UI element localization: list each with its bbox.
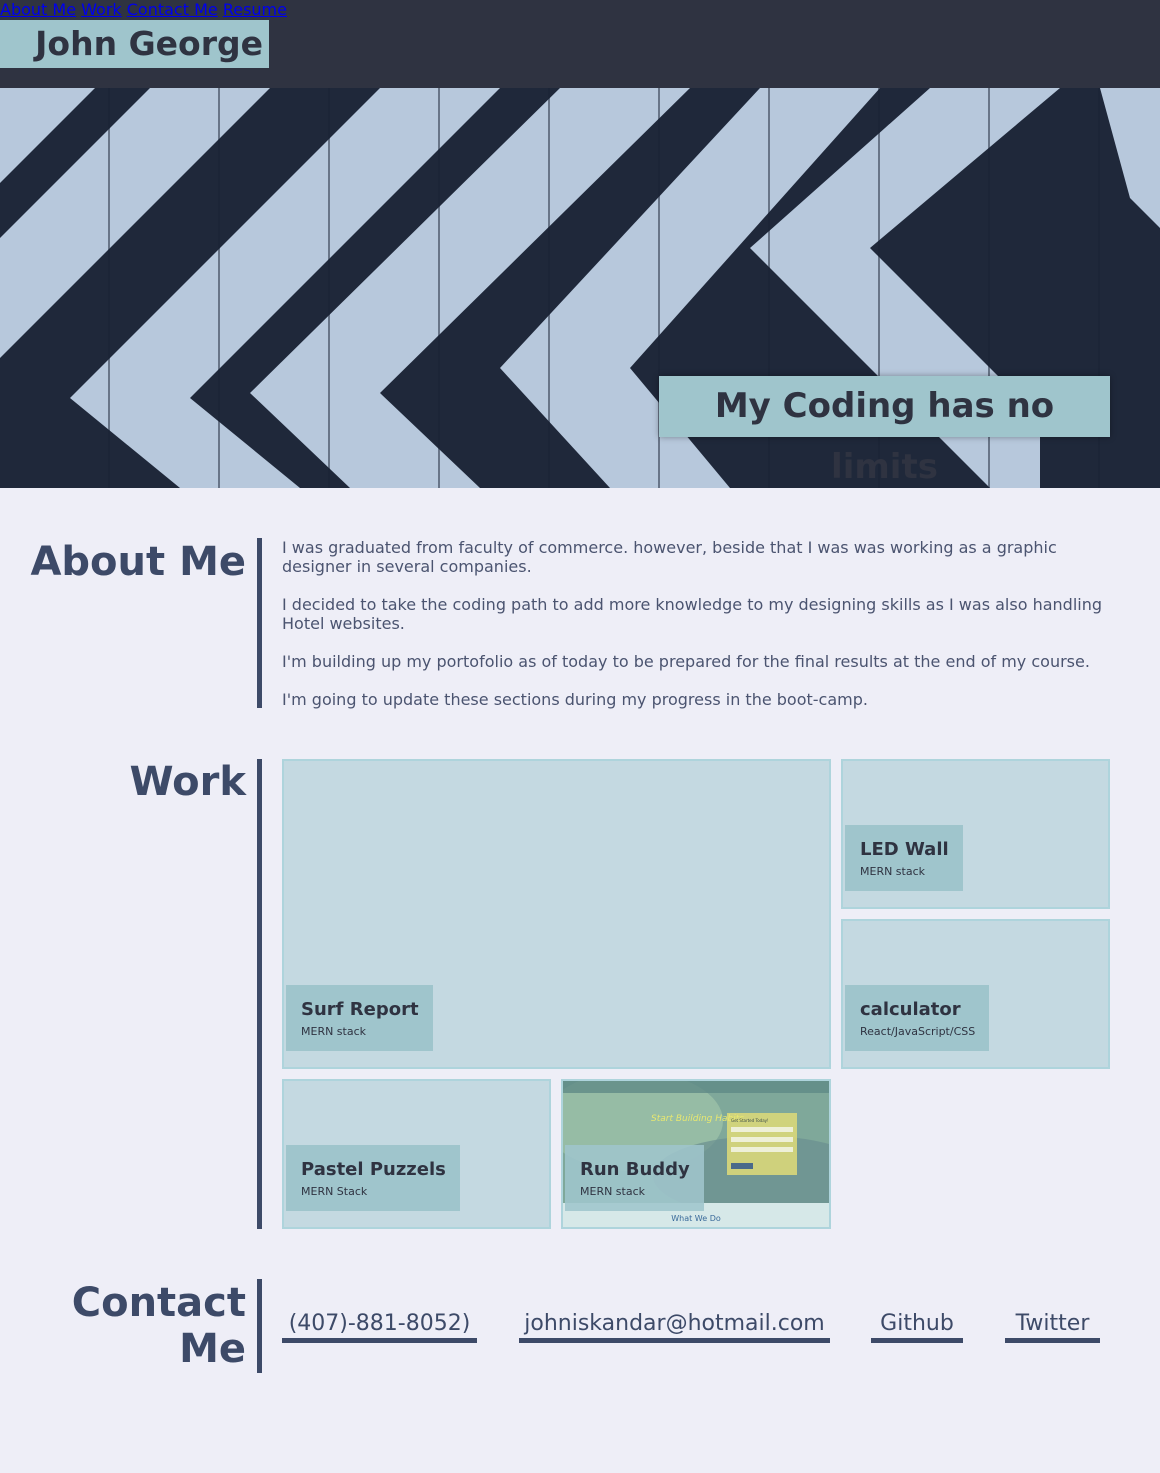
nav-work[interactable]: Work: [81, 0, 122, 19]
project-tile-calculator[interactable]: calculator React/JavaScript/CSS: [841, 919, 1110, 1069]
project-label: Run Buddy MERN stack: [565, 1145, 704, 1211]
about-paragraph: I'm building up my portofolio as of toda…: [282, 652, 1090, 671]
contact-twitter-link[interactable]: Twitter: [1005, 1310, 1100, 1343]
nav-resume[interactable]: Resume: [223, 0, 287, 19]
project-tile-led-wall[interactable]: LED Wall MERN stack: [841, 759, 1110, 909]
project-name: LED Wall: [860, 839, 949, 860]
nav-about-me[interactable]: About Me: [0, 0, 76, 19]
project-name: calculator: [860, 999, 961, 1020]
project-stack: MERN stack: [860, 865, 926, 878]
contact-title: Contact Me: [72, 1280, 246, 1372]
about-divider: [257, 538, 262, 708]
contact-email-link[interactable]: johniskandar@hotmail.com: [519, 1310, 830, 1343]
project-tile-pastel-puzzels[interactable]: Pastel Puzzels MERN Stack: [282, 1079, 551, 1229]
run-buddy-footer: What We Do: [671, 1214, 721, 1223]
project-stack: MERN Stack: [301, 1185, 368, 1198]
hero-banner: My Coding has no limits: [0, 88, 1160, 488]
project-label: Pastel Puzzels MERN Stack: [286, 1145, 460, 1211]
contact-phone-link[interactable]: (407)-881-8052): [282, 1310, 477, 1343]
project-name: Run Buddy: [580, 1159, 690, 1180]
main-nav: About Me Work Contact Me Resume: [0, 0, 1160, 19]
project-stack: React/JavaScript/CSS: [860, 1025, 976, 1038]
contact-github-link[interactable]: Github: [871, 1310, 963, 1343]
project-stack: MERN stack: [301, 1025, 367, 1038]
project-label: Surf Report MERN stack: [286, 985, 433, 1051]
work-title: Work: [129, 759, 246, 805]
hero-tagline: My Coding has no limits: [659, 376, 1110, 487]
project-label: LED Wall MERN stack: [845, 825, 963, 891]
run-buddy-form-title: Get Started Today!: [731, 1118, 769, 1123]
contact-title-line2: Me: [179, 1326, 246, 1372]
about-paragraph: I'm going to update these sections durin…: [282, 690, 868, 709]
about-title: About Me: [30, 539, 246, 585]
project-name: Surf Report: [301, 999, 419, 1020]
about-paragraph: I decided to take the coding path to add…: [282, 595, 1102, 633]
project-tile-surf-report[interactable]: Surf Report MERN stack: [282, 759, 831, 1069]
project-stack: MERN stack: [580, 1185, 646, 1198]
about-paragraph: I was graduated from faculty of commerce…: [282, 538, 1057, 576]
project-tile-run-buddy[interactable]: Start Building Habits Get Started Today!…: [561, 1079, 831, 1229]
contact-divider: [257, 1279, 262, 1373]
about-text: I was graduated from faculty of commerce…: [282, 538, 1112, 728]
project-label: calculator React/JavaScript/CSS: [845, 985, 990, 1051]
contact-title-line1: Contact: [71, 1280, 246, 1326]
nav-contact-me[interactable]: Contact Me: [127, 0, 218, 19]
brand-logo[interactable]: John George: [0, 20, 269, 68]
project-name: Pastel Puzzels: [301, 1159, 446, 1180]
work-divider: [257, 759, 262, 1229]
site-header: John George About Me Work Contact Me Res…: [0, 0, 1160, 88]
